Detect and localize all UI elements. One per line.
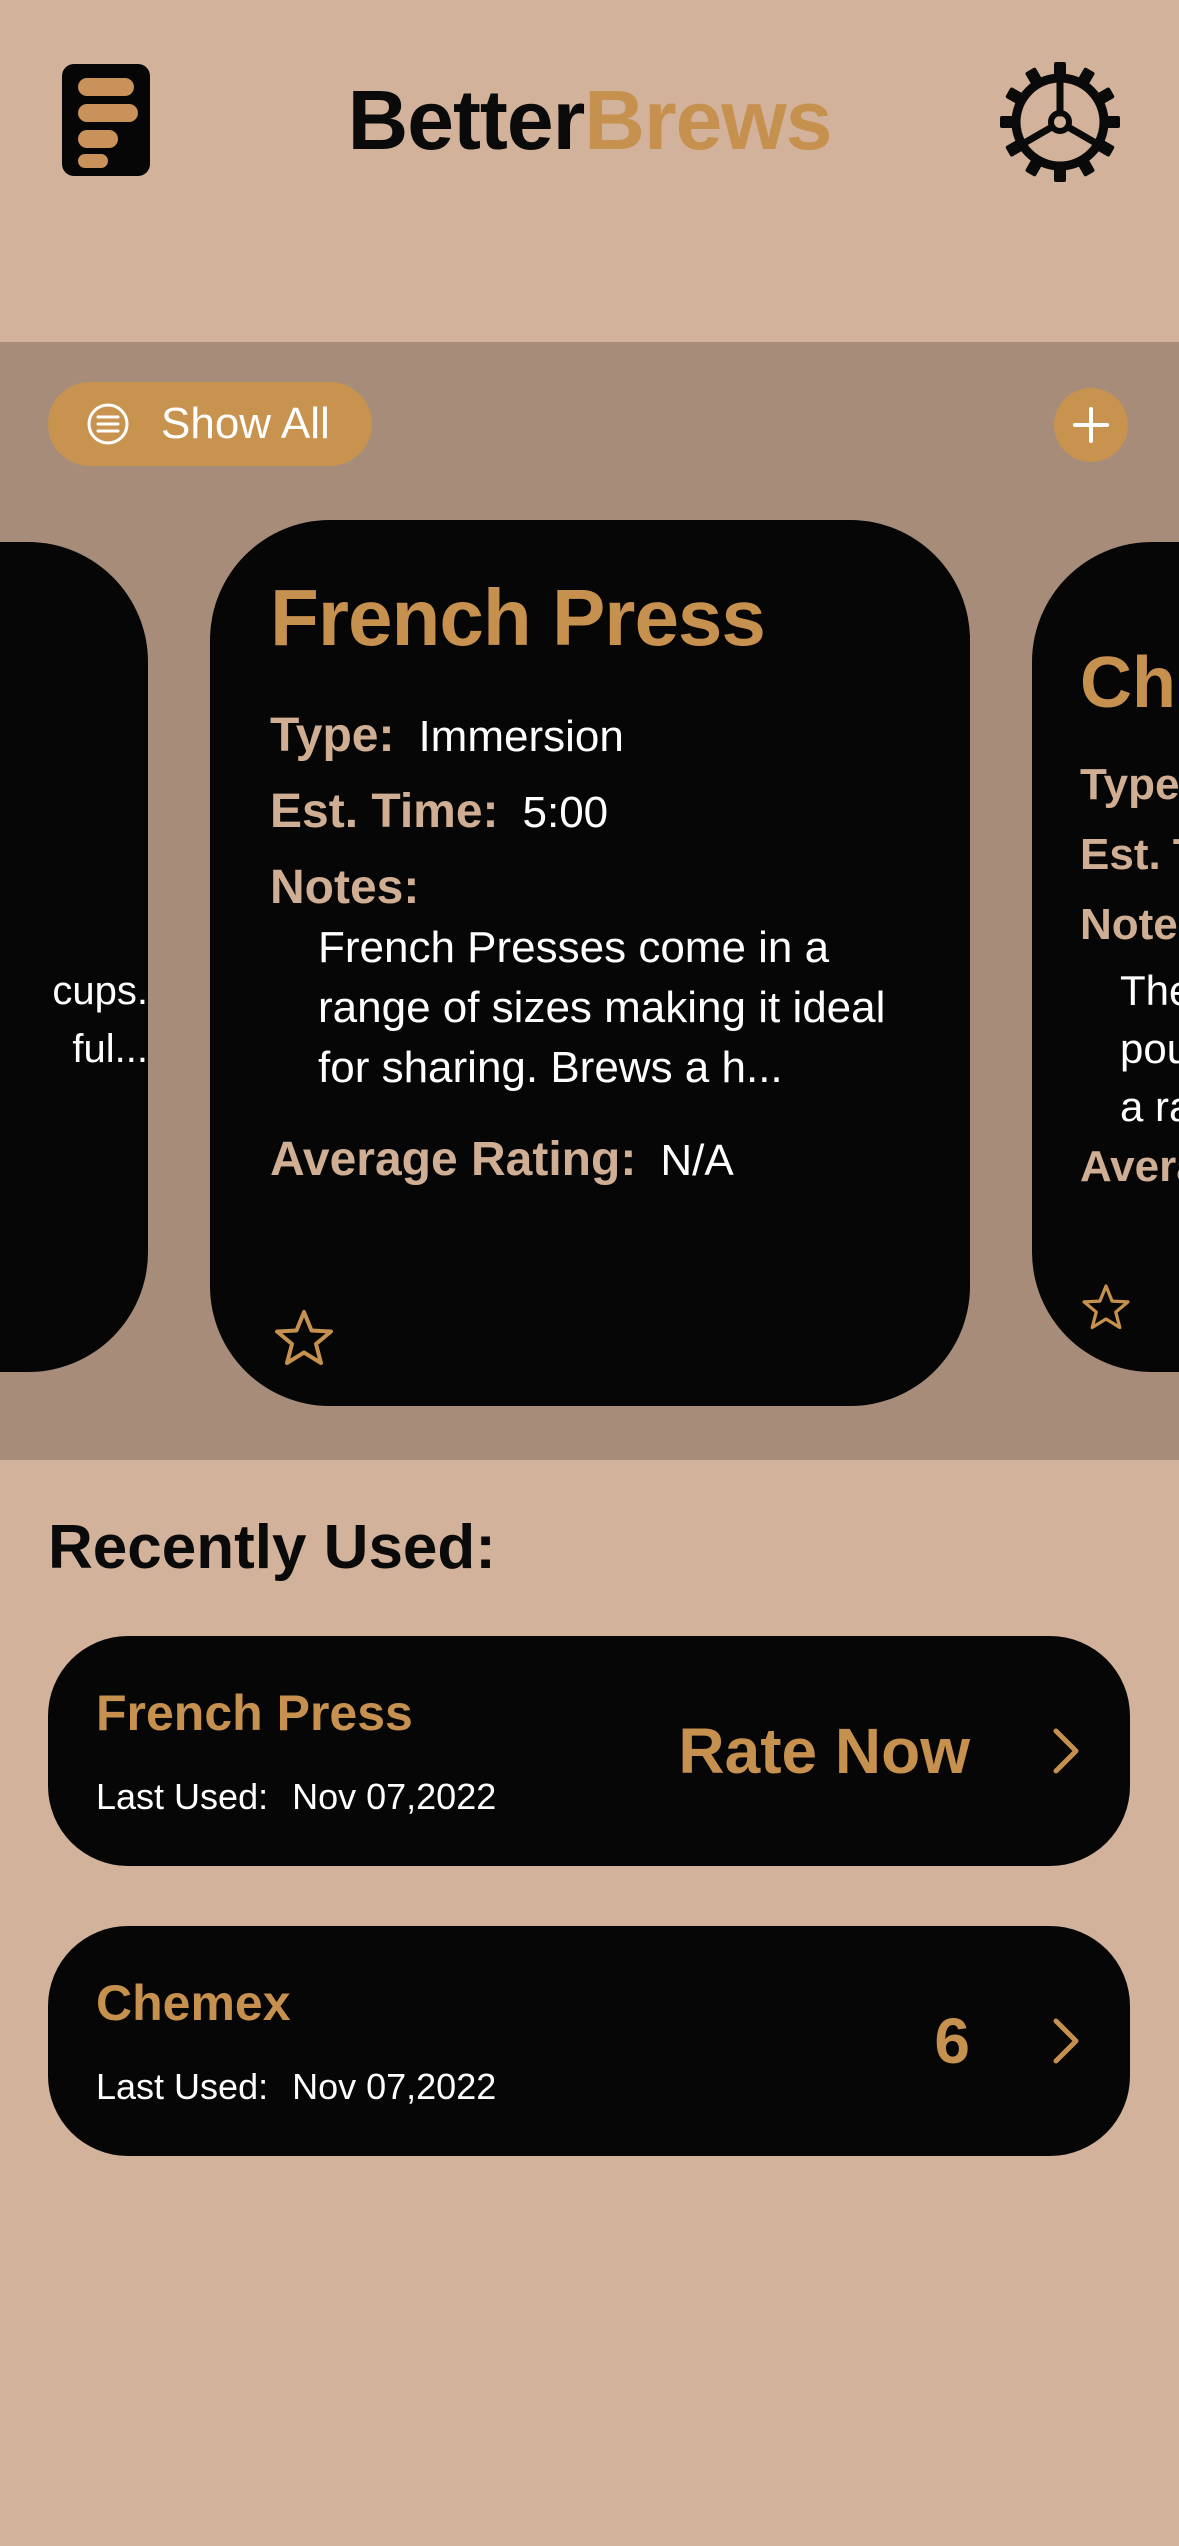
star-outline-icon[interactable] [1080, 1282, 1132, 1334]
add-brew-button[interactable] [1054, 388, 1128, 462]
type-value: Immersion [418, 712, 624, 761]
recent-item-chemex[interactable]: Chemex Last Used: Nov 07,2022 6 [48, 1926, 1130, 2156]
average-rating-row: Average Rating: N/A [270, 1132, 734, 1187]
est-time-label: Est. Time: [270, 785, 499, 838]
brew-card-notes: cups. ful... [0, 962, 148, 1078]
brew-type-row: Type: Immersion [270, 708, 624, 763]
type-label: Type: [270, 709, 395, 762]
notes-line: The [1120, 967, 1179, 1014]
est-time-label: Est. T [1080, 830, 1179, 879]
notes-line: ful... [72, 1027, 148, 1071]
notes-line: pou [1120, 1025, 1179, 1072]
list-icon [87, 403, 129, 445]
brew-card-title: French Press [270, 573, 766, 662]
notes-line: cups. [52, 969, 148, 1013]
recently-used-title: Recently Used: [48, 1513, 496, 1582]
gear-icon[interactable] [998, 60, 1122, 184]
recent-item-last-used: Last Used: Nov 07,2022 [96, 2066, 496, 2108]
rate-now-button[interactable]: Rate Now [678, 1636, 970, 1866]
brew-card-title: Ch [1080, 643, 1176, 723]
brew-card-previous[interactable]: cups. ful... [0, 542, 148, 1372]
brew-card-next[interactable]: Ch Type Est. T Notes The pou a ra Avera [1032, 542, 1179, 1372]
recent-item-name: French Press [96, 1685, 413, 1741]
est-time-value: 5:00 [522, 788, 609, 837]
last-used-date: Nov 07,2022 [292, 1776, 497, 1817]
average-rating-label: Avera [1080, 1142, 1179, 1191]
notes-label: Notes [1080, 900, 1179, 949]
plus-icon [1073, 407, 1109, 443]
last-used-label: Last Used: [96, 2066, 269, 2107]
recent-item-french-press[interactable]: French Press Last Used: Nov 07,2022 Rate … [48, 1636, 1130, 1866]
app-header: BetterBrews [0, 0, 1179, 342]
notes-text: French Presses come in a range of sizes … [318, 923, 886, 1092]
notes-label: Notes: [270, 861, 420, 914]
star-outline-icon[interactable] [272, 1308, 336, 1370]
app-title-part2: Brews [584, 73, 832, 167]
recent-item-name: Chemex [96, 1975, 291, 2031]
brew-card-notes: The pou a ra [1120, 962, 1179, 1136]
last-used-label: Last Used: [96, 1776, 269, 1817]
show-all-button[interactable]: Show All [48, 382, 372, 466]
notes-row: Notes: [270, 860, 419, 915]
show-all-label: Show All [161, 399, 330, 448]
app-title-part1: Better [347, 73, 586, 167]
recent-item-last-used: Last Used: Nov 07,2022 [96, 1776, 496, 1818]
average-rating-value: N/A [660, 1136, 734, 1185]
chevron-right-icon [1053, 2018, 1079, 2064]
recent-item-rating: 6 [934, 2005, 970, 2077]
brew-card-french-press[interactable]: French Press Type: Immersion Est. Time: 5:… [210, 520, 970, 1406]
brew-method-carousel[interactable]: Show All cups. ful... French Press Type:… [0, 342, 1179, 1460]
type-label: Type [1080, 760, 1179, 809]
est-time-row: Est. Time: 5:00 [270, 784, 608, 839]
notes-line: a ra [1120, 1083, 1179, 1130]
chevron-right-icon [1053, 1728, 1079, 1774]
average-rating-label: Average Rating: [270, 1133, 637, 1186]
last-used-date: Nov 07,2022 [292, 2066, 497, 2107]
